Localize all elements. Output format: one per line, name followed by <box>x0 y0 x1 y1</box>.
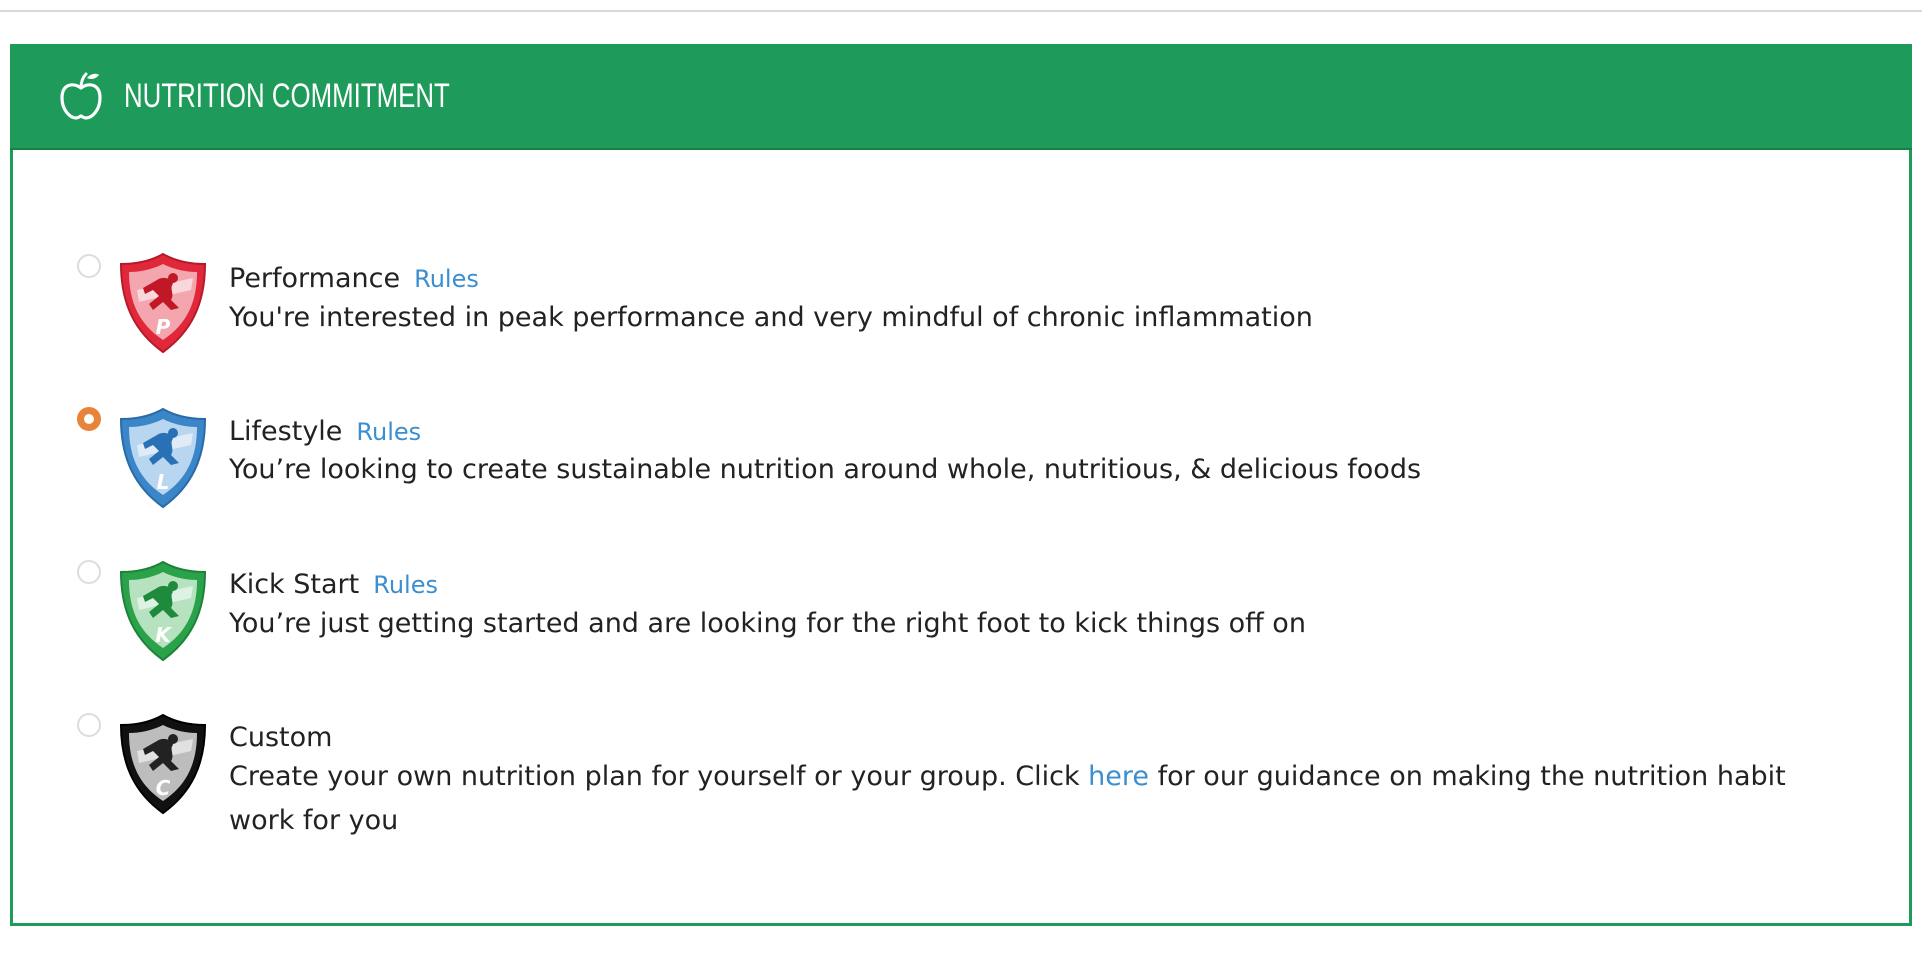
option-description-lifestyle: You’re looking to create sustainable nut… <box>229 454 1422 485</box>
option-label-custom: Custom <box>229 722 333 753</box>
svg-text:P: P <box>156 315 171 339</box>
panel-header: NUTRITION COMMITMENT <box>10 44 1912 150</box>
option-title-kick-start: Kick Start Rules <box>229 568 438 602</box>
top-divider <box>0 10 1922 12</box>
radio-kick-start[interactable] <box>77 560 101 584</box>
svg-text:K: K <box>155 623 172 647</box>
lifestyle-badge-icon: L <box>119 407 207 509</box>
nutrition-commitment-panel: NUTRITION COMMITMENT P Performance Rules … <box>10 44 1912 926</box>
svg-text:L: L <box>157 470 170 494</box>
performance-badge-icon: P <box>119 252 207 354</box>
option-description-custom: Create your own nutrition plan for yours… <box>229 755 1849 843</box>
radio-custom[interactable] <box>77 713 101 737</box>
custom-badge-icon: C <box>119 713 207 815</box>
option-label-kick-start: Kick Start <box>229 569 360 600</box>
rules-link-performance[interactable]: Rules <box>414 265 479 293</box>
kick-start-badge-icon: K <box>119 560 207 662</box>
rules-link-lifestyle[interactable]: Rules <box>356 418 421 446</box>
apple-icon <box>60 72 102 120</box>
option-label-performance: Performance <box>229 263 401 294</box>
radio-lifestyle[interactable] <box>77 407 101 431</box>
option-title-lifestyle: Lifestyle Rules <box>229 415 421 449</box>
option-title-custom: Custom <box>229 721 332 755</box>
panel-title: NUTRITION COMMITMENT <box>124 77 450 115</box>
option-description-performance: You're interested in peak performance an… <box>229 302 1313 333</box>
radio-performance[interactable] <box>77 254 101 278</box>
option-title-performance: Performance Rules <box>229 262 479 296</box>
rules-link-kick-start[interactable]: Rules <box>373 571 438 599</box>
guidance-here-link[interactable]: here <box>1088 761 1149 792</box>
svg-text:C: C <box>156 776 171 800</box>
option-description-kick-start: You’re just getting started and are look… <box>229 608 1306 639</box>
custom-description-start: Create your own nutrition plan for yours… <box>229 761 1089 792</box>
option-label-lifestyle: Lifestyle <box>229 416 343 447</box>
